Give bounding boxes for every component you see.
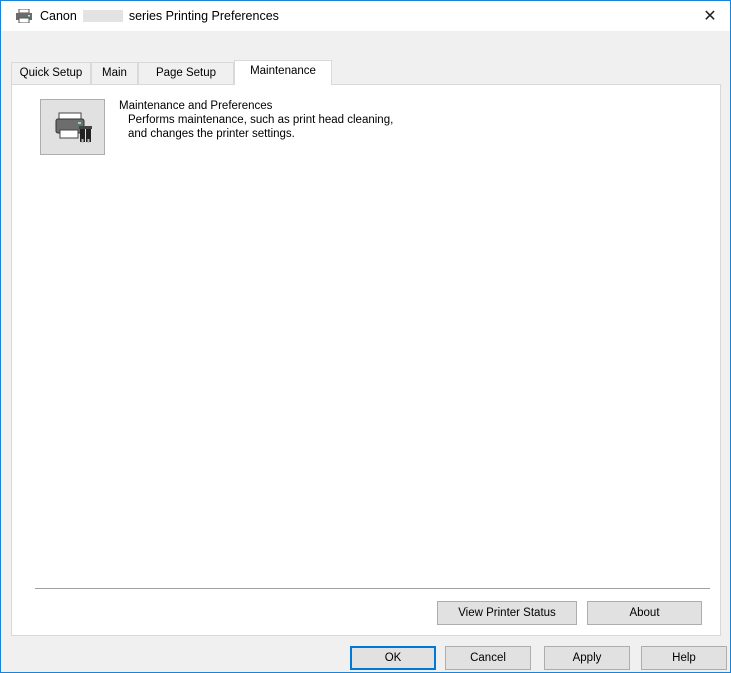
maintenance-preferences-button[interactable] bbox=[40, 99, 105, 155]
close-button[interactable]: ✕ bbox=[690, 1, 730, 31]
apply-button[interactable]: Apply bbox=[544, 646, 630, 670]
close-icon: ✕ bbox=[703, 8, 717, 25]
separator-line bbox=[35, 588, 710, 589]
tab-quick-setup[interactable]: Quick Setup bbox=[11, 62, 91, 84]
redacted-model-name bbox=[82, 10, 123, 22]
help-button[interactable]: Help bbox=[641, 646, 727, 670]
maintenance-description: Performs maintenance, such as print head… bbox=[128, 114, 394, 140]
title-suffix: series Printing Preferences bbox=[128, 9, 279, 23]
cancel-button[interactable]: Cancel bbox=[445, 646, 531, 670]
maintenance-panel: Maintenance and Preferences Performs mai… bbox=[11, 84, 721, 636]
printing-preferences-window: Canon series Printing Preferences ✕ Quic… bbox=[0, 0, 731, 673]
printer-icon bbox=[15, 8, 33, 24]
window-title: Canon series Printing Preferences bbox=[40, 8, 279, 24]
title-bar: Canon series Printing Preferences ✕ bbox=[1, 1, 730, 31]
ok-button[interactable]: OK bbox=[350, 646, 436, 670]
view-printer-status-button[interactable]: View Printer Status bbox=[437, 601, 577, 625]
printer-tools-icon bbox=[53, 106, 93, 149]
tab-main[interactable]: Main bbox=[91, 62, 138, 84]
tab-maintenance[interactable]: Maintenance bbox=[234, 60, 332, 85]
maintenance-title: Maintenance and Preferences bbox=[119, 100, 273, 112]
tab-page-setup[interactable]: Page Setup bbox=[138, 62, 234, 84]
title-prefix: Canon bbox=[40, 9, 77, 23]
about-button[interactable]: About bbox=[587, 601, 702, 625]
